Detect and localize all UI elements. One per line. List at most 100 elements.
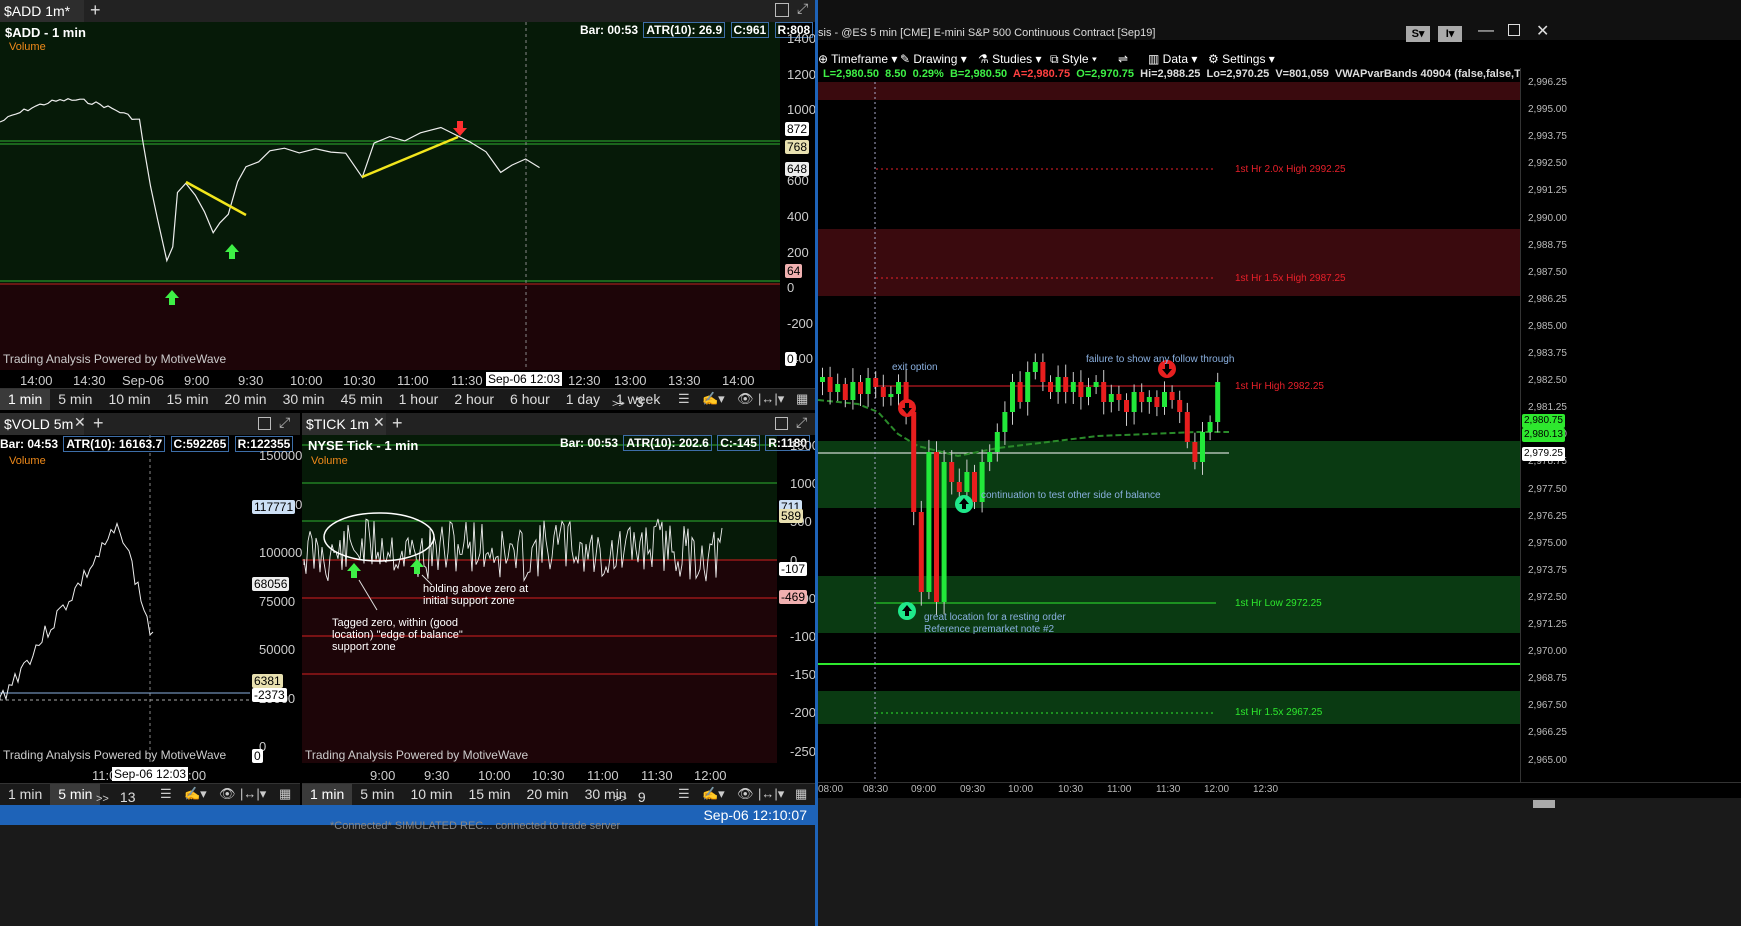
tick-atr: ATR(10): 202.6: [623, 435, 712, 451]
calendar-icon[interactable]: ▦: [279, 786, 291, 802]
tab-vold-5m[interactable]: $VOLD 5m: [0, 413, 84, 435]
add-tag-64: 64: [785, 264, 803, 278]
tick-tf-0[interactable]: 1 min: [302, 784, 353, 805]
candle-body: [888, 394, 894, 397]
close-icon[interactable]: ✕: [373, 414, 385, 431]
more-timeframes[interactable]: >> 3: [612, 392, 652, 413]
menu-icon[interactable]: ☰: [678, 786, 690, 802]
calendar-icon[interactable]: ▦: [795, 786, 807, 802]
es-tag-price: 2,980.75: [1522, 414, 1565, 428]
drawing-menu[interactable]: ✎ Drawing ▾: [900, 52, 967, 66]
add-tf-6[interactable]: 45 min: [333, 389, 391, 410]
vold-panel: $VOLD 5m ✕ + ⤢ Bar: 04:53 ATR(10): 16163…: [0, 413, 302, 805]
tick-tf-4[interactable]: 20 min: [519, 784, 577, 805]
add-tf-7[interactable]: 1 hour: [391, 389, 447, 410]
eye-icon[interactable]: 👁: [737, 391, 754, 407]
add-tf-3[interactable]: 15 min: [159, 389, 217, 410]
vold-tf-5min[interactable]: 5 min: [50, 784, 101, 805]
close-icon[interactable]: ✕: [1536, 21, 1549, 41]
x-tick-label: 12:00: [1204, 784, 1230, 795]
candle-body: [1032, 362, 1038, 372]
x-tick-label: 14:00: [722, 373, 755, 388]
range-icon[interactable]: |↔|▾: [758, 391, 784, 407]
tick-tf-1[interactable]: 5 min: [352, 784, 402, 805]
data-menu[interactable]: ▥ Data ▾: [1148, 52, 1197, 66]
candle-body: [1184, 412, 1190, 442]
x-tick-label: 09:00: [911, 784, 937, 795]
style-menu[interactable]: ⧉ Style ▾: [1050, 52, 1097, 67]
i-button[interactable]: I▾: [1438, 26, 1462, 42]
add-tf-0[interactable]: 1 min: [0, 389, 51, 410]
y-tick-label: 200: [787, 244, 809, 260]
tab-add-1m[interactable]: $ADD 1m*: [0, 0, 84, 22]
quote-change: 8.50: [885, 68, 907, 80]
menu-icon[interactable]: ☰: [678, 391, 690, 407]
add-tab-button[interactable]: +: [90, 0, 101, 20]
add-tf-10[interactable]: 1 day: [558, 389, 608, 410]
add-tf-8[interactable]: 2 hour: [446, 389, 502, 410]
eye-icon[interactable]: 👁: [737, 786, 754, 802]
expand-icon[interactable]: ⤢: [796, 414, 807, 431]
scroll-handle[interactable]: [1533, 800, 1555, 808]
draw-tool-icon[interactable]: ✍▾: [702, 391, 725, 407]
close-icon[interactable]: ✕: [74, 414, 86, 431]
quote-low: Lo=2,970.25: [1206, 68, 1270, 80]
add-chart-canvas[interactable]: [0, 22, 815, 370]
expand-icon[interactable]: ⤢: [797, 0, 808, 17]
add-tf-4[interactable]: 20 min: [217, 389, 275, 410]
menu-icon[interactable]: ☰: [160, 786, 172, 802]
es-panel: sis - @ES 5 min [CME] E-mini S&P 500 Con…: [818, 0, 1741, 926]
note-tagged-zero: Tagged zero, within (good location) "edg…: [332, 617, 463, 653]
y-tick-label: 2,968.75: [1528, 673, 1567, 685]
add-footer: Trading Analysis Powered by MotiveWave: [3, 352, 227, 366]
add-tf-1[interactable]: 5 min: [50, 389, 100, 410]
y-tick-label: 2,993.75: [1528, 131, 1567, 143]
calendar-icon[interactable]: ▦: [796, 391, 808, 407]
draw-tool-icon[interactable]: ✍▾: [184, 786, 207, 802]
draw-tool-icon[interactable]: ✍▾: [702, 786, 725, 802]
range-icon[interactable]: |↔|▾: [240, 786, 266, 802]
candle-body: [1131, 392, 1137, 412]
timeframe-menu[interactable]: ⊕ Timeframe ▾: [818, 52, 897, 66]
maximize-icon[interactable]: [258, 417, 271, 430]
vold-tf-1min[interactable]: 1 min: [0, 784, 50, 805]
settings-label: Settings: [1222, 52, 1266, 66]
tick-tf-2[interactable]: 10 min: [402, 784, 460, 805]
candle-body: [896, 382, 901, 394]
maximize-icon[interactable]: [775, 417, 788, 430]
candle-body: [1063, 377, 1069, 392]
down-arrow-icon: [898, 399, 916, 417]
maximize-icon[interactable]: [775, 3, 789, 17]
add-tf-9[interactable]: 6 hour: [502, 389, 558, 410]
y-tick-label: 2,977.50: [1528, 483, 1567, 495]
studies-menu[interactable]: ⚗ Studies ▾: [978, 52, 1041, 66]
candle-body: [1215, 382, 1221, 422]
x-tick-label: 12:30: [568, 373, 601, 388]
vold-chart-canvas[interactable]: [0, 435, 250, 763]
add-tag-648: 648: [785, 162, 810, 176]
quote-percent: 0.29%: [912, 68, 944, 80]
tick-tf-3[interactable]: 15 min: [461, 784, 519, 805]
settings-menu[interactable]: ⚙ Settings ▾: [1208, 52, 1275, 66]
vold-volume-label: Volume: [9, 455, 46, 467]
expand-icon[interactable]: ⤢: [279, 414, 290, 431]
es-chart-canvas[interactable]: [818, 82, 1520, 782]
y-tick-label: 2,995.00: [1528, 104, 1567, 116]
x-tick-label: 11:30: [641, 768, 673, 783]
minimize-icon[interactable]: —: [1478, 22, 1494, 40]
add-tf-5[interactable]: 30 min: [275, 389, 333, 410]
candle-body: [964, 472, 970, 492]
s-button[interactable]: S▾: [1406, 26, 1430, 42]
add-tab-button[interactable]: +: [93, 413, 104, 433]
add-volume-label: Volume: [9, 41, 46, 53]
candle-body: [865, 378, 871, 394]
add-tf-2[interactable]: 10 min: [100, 389, 158, 410]
add-tab-button[interactable]: +: [392, 413, 403, 433]
y-tick-label: 2,981.25: [1528, 402, 1567, 414]
y-tick-label: 2,983.75: [1528, 348, 1567, 359]
x-tick-label: 10:30: [1058, 784, 1084, 795]
eye-icon[interactable]: 👁: [219, 786, 236, 802]
layout-icon[interactable]: ⇌: [1118, 52, 1128, 66]
range-icon[interactable]: |↔|▾: [758, 786, 784, 802]
restore-icon[interactable]: [1508, 24, 1520, 36]
